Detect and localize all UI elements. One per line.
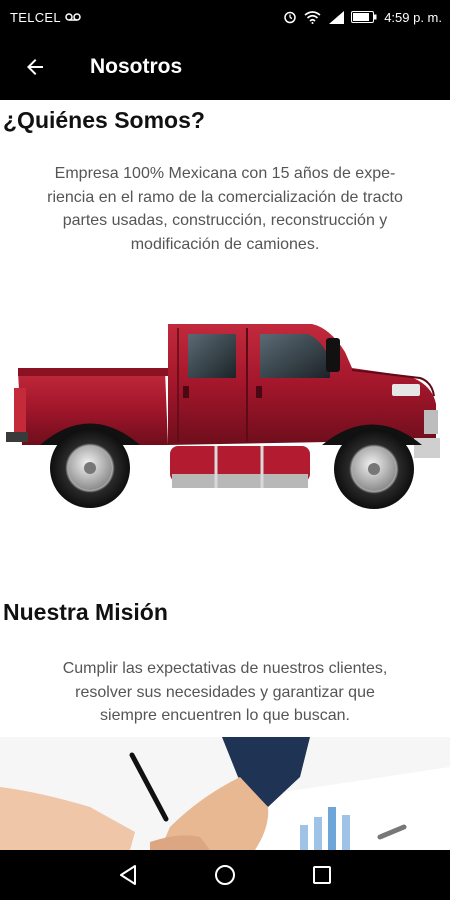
carrier-label: TELCEL	[10, 9, 61, 25]
nav-back-button[interactable]	[103, 850, 153, 900]
about-line: riencia en el ramo de la comercializació…	[47, 188, 403, 206]
app-bar: Nosotros	[0, 34, 450, 100]
system-nav-bar	[0, 850, 450, 900]
about-line: modificación de camiones.	[130, 235, 320, 253]
battery-icon	[351, 11, 377, 23]
back-button[interactable]	[0, 34, 70, 100]
recents-square-icon	[312, 866, 331, 884]
about-line: Empresa 100% Mexicana con 15 años de exp…	[54, 165, 396, 182]
mission-line: resolver sus necesidades y garantizar qu…	[75, 683, 375, 701]
arrow-back-icon	[27, 59, 43, 75]
about-text: Empresa 100% Mexicana con 15 años de exp…	[0, 162, 450, 256]
status-right: 4:59 p. m.	[283, 10, 442, 25]
clock: 4:59 p. m.	[384, 9, 442, 25]
mission-line: siempre encuentren lo que buscan.	[100, 707, 350, 724]
signal-icon	[329, 10, 345, 24]
about-line: partes usadas, construcción, reconstrucc…	[62, 212, 388, 229]
content-scroll[interactable]: ¿Quiénes Somos? Empresa 100% Mexicana co…	[0, 100, 450, 850]
nav-recents-button[interactable]	[297, 850, 347, 900]
alarm-icon	[284, 11, 296, 24]
about-title: ¿Quiénes Somos?	[3, 107, 205, 133]
mission-title: Nuestra Misión	[3, 599, 168, 625]
nav-home-button[interactable]	[200, 850, 250, 900]
mission-text: Cumplir las expectativas de nuestros cli…	[0, 657, 450, 728]
mission-line: Cumplir las expectativas de nuestros cli…	[62, 660, 388, 677]
mission-image	[0, 737, 450, 850]
wifi-icon	[304, 10, 321, 24]
back-triangle-icon	[120, 865, 137, 885]
home-circle-icon	[214, 865, 235, 885]
voicemail-icon	[65, 13, 81, 21]
truck-image	[0, 312, 450, 512]
status-left: TELCEL	[10, 10, 81, 25]
page-title: Nosotros	[90, 55, 183, 78]
status-bar: TELCEL 4:59 p. m.	[0, 0, 450, 34]
